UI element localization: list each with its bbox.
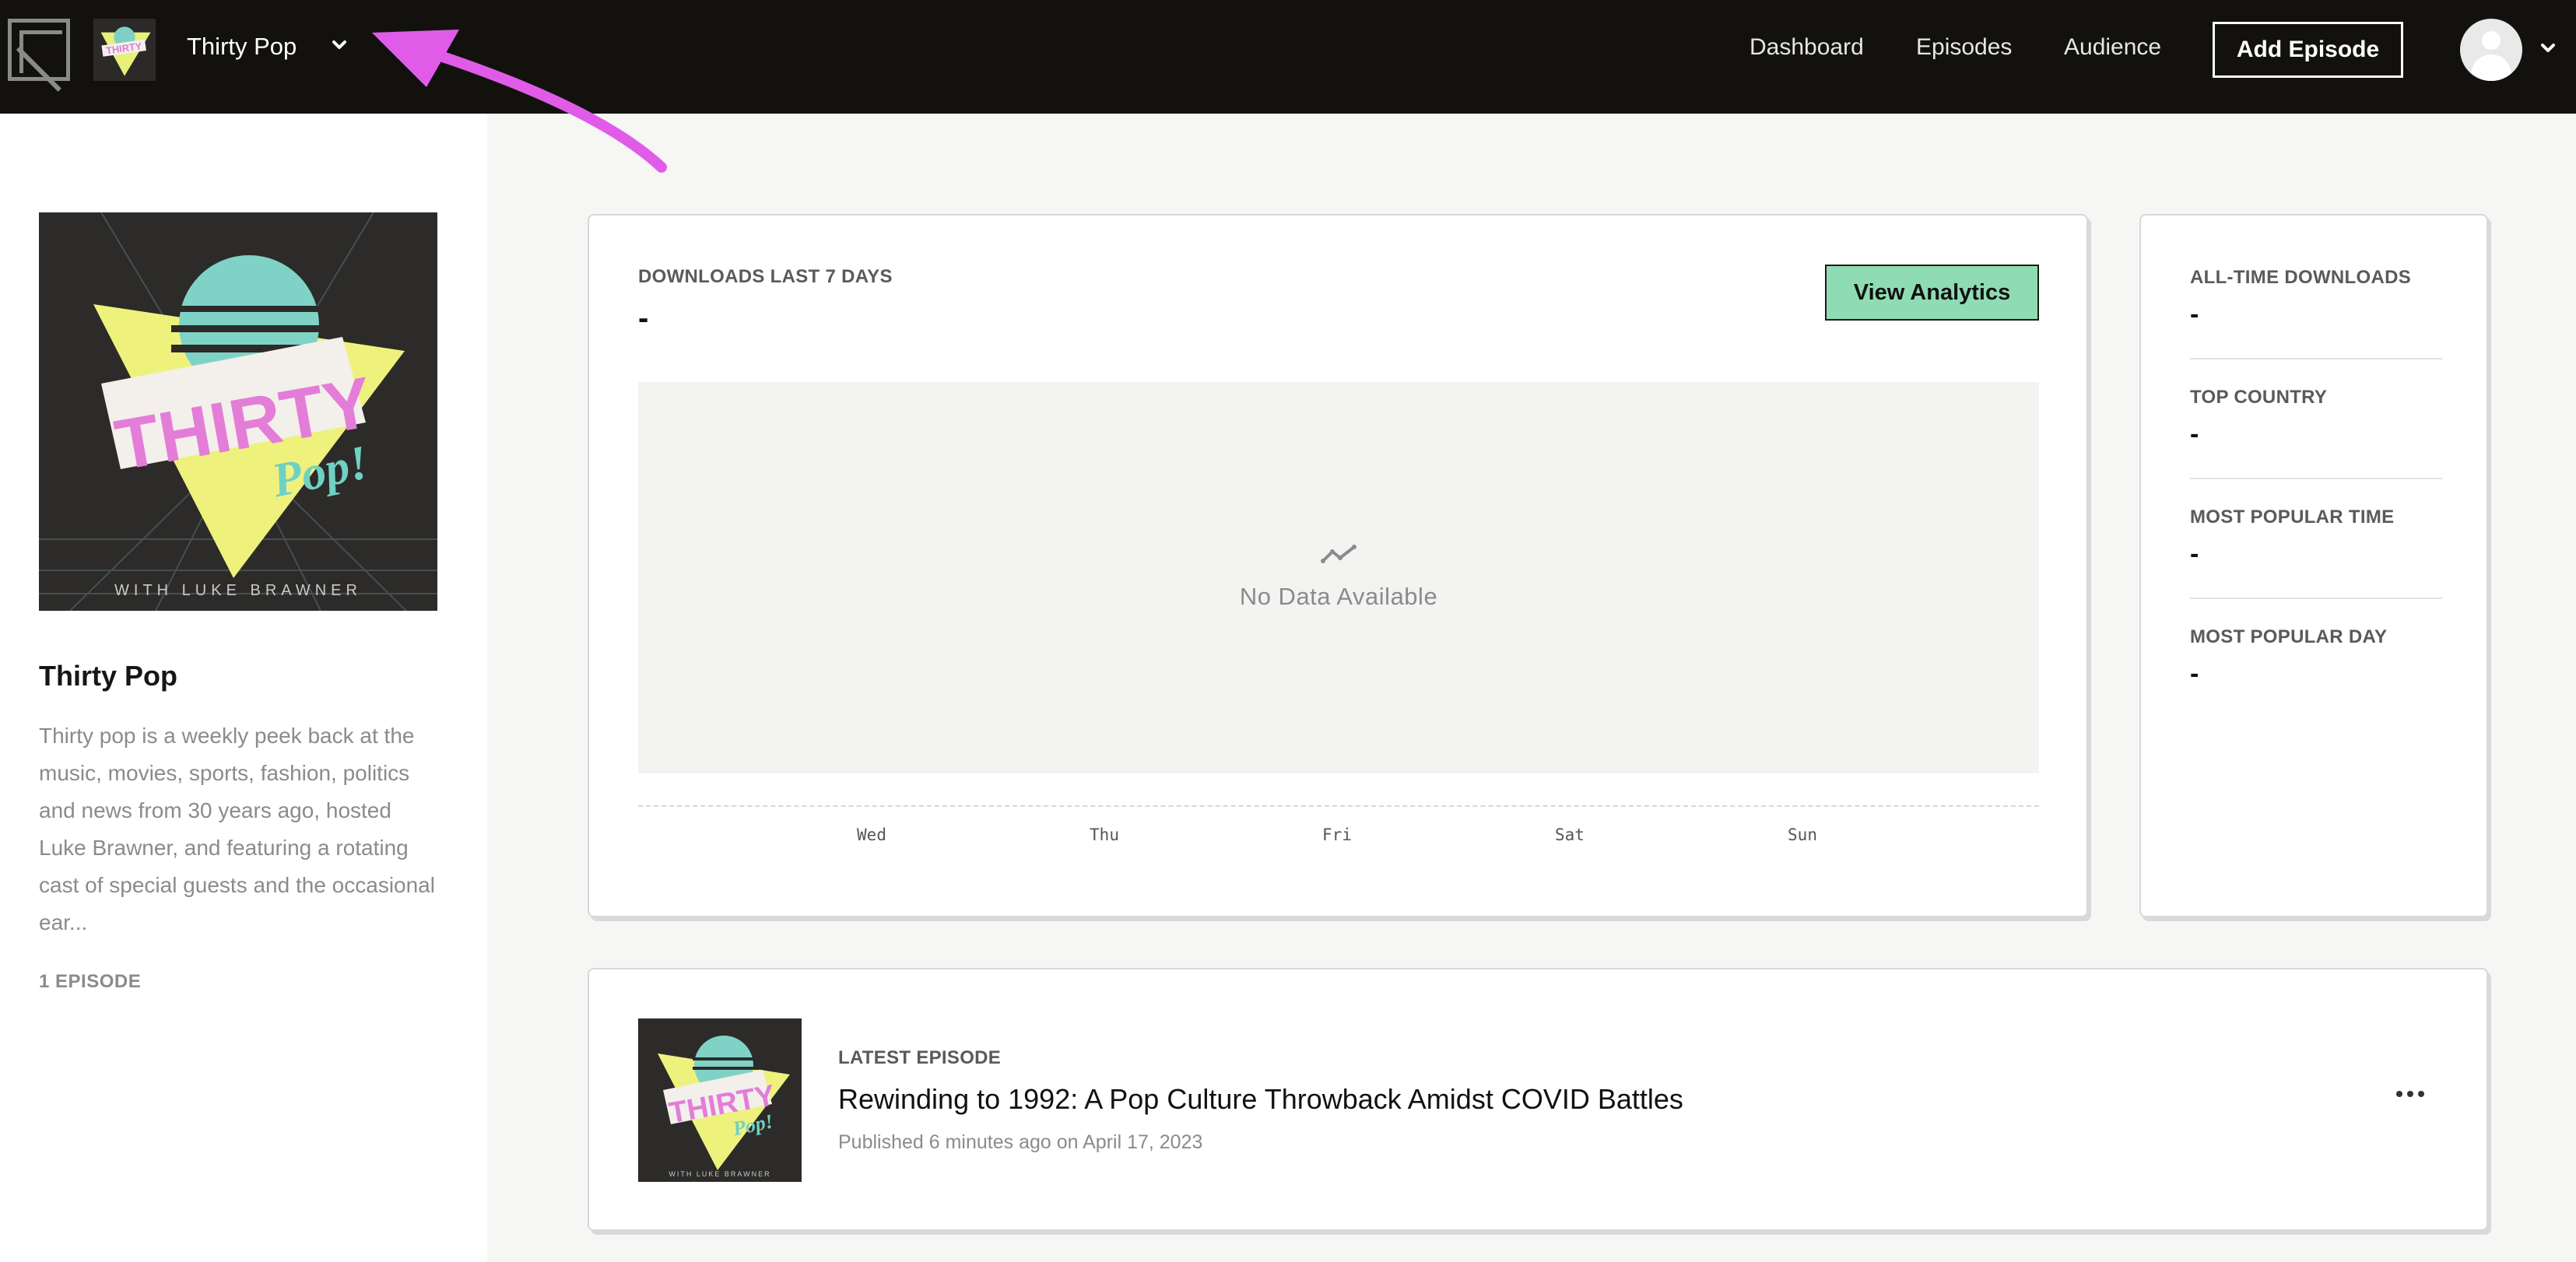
stat-label: TOP COUNTRY <box>2190 387 2328 408</box>
stat-divider <box>2190 598 2442 599</box>
stat-divider <box>2190 358 2442 359</box>
user-avatar-icon[interactable] <box>2460 19 2522 81</box>
downloads-value: - <box>638 301 649 335</box>
stat-label: MOST POPULAR DAY <box>2190 626 2388 647</box>
view-analytics-button[interactable]: View Analytics <box>1825 265 2039 321</box>
stat-label: ALL-TIME DOWNLOADS <box>2190 267 2412 288</box>
downloads-chart-area: No Data Available <box>638 382 2039 773</box>
latest-episode-card[interactable]: THIRTY Pop! WITH LUKE BRAWNER LATEST EPI… <box>588 968 2488 1231</box>
stat-value: - <box>2190 300 2199 329</box>
day-label: Sat <box>1555 826 1585 844</box>
downloads-label: DOWNLOADS LAST 7 DAYS <box>638 266 893 287</box>
episode-count: 1 EPISODE <box>39 971 142 992</box>
more-horizontal-icon[interactable] <box>2387 1078 2434 1110</box>
show-description: Thirty pop is a weekly peek back at the … <box>39 724 435 934</box>
brand-logo-icon[interactable] <box>8 19 70 81</box>
stat-divider <box>2190 478 2442 479</box>
show-cover-art: THIRTY Pop! WITH LUKE BRAWNER <box>39 212 437 611</box>
nav-dashboard-link[interactable]: Dashboard <box>1750 34 1864 61</box>
stat-most-popular-time: MOST POPULAR TIME - <box>2190 507 2442 570</box>
nav-audience-link[interactable]: Audience <box>2064 34 2161 61</box>
chart-baseline <box>638 805 2039 807</box>
latest-episode-published: Published 6 minutes ago on April 17, 202… <box>838 1131 1203 1153</box>
show-title: Thirty Pop <box>39 660 177 692</box>
no-data-message: No Data Available <box>1239 583 1438 610</box>
stat-value: - <box>2190 419 2199 449</box>
stat-all-time-downloads: ALL-TIME DOWNLOADS - <box>2190 267 2442 330</box>
chevron-down-icon[interactable] <box>325 31 353 59</box>
show-artwork-thumbnail[interactable]: THIRTY <box>93 19 156 81</box>
show-sidebar: THIRTY Pop! WITH LUKE BRAWNER Thirty Pop… <box>0 114 487 1262</box>
stat-value: - <box>2190 659 2199 689</box>
stat-value: - <box>2190 539 2199 569</box>
stats-card: ALL-TIME DOWNLOADS - TOP COUNTRY - MOST … <box>2139 214 2488 917</box>
account-menu-chevron-icon[interactable] <box>2534 34 2562 68</box>
svg-text:WITH LUKE BRAWNER: WITH LUKE BRAWNER <box>669 1170 770 1178</box>
show-name[interactable]: Thirty Pop <box>187 33 297 61</box>
day-label: Sun <box>1788 826 1817 844</box>
stat-most-popular-day: MOST POPULAR DAY - <box>2190 626 2442 689</box>
downloads-card: DOWNLOADS LAST 7 DAYS - View Analytics N… <box>588 214 2088 917</box>
day-label: Wed <box>857 826 886 844</box>
stat-label: MOST POPULAR TIME <box>2190 507 2395 528</box>
latest-episode-label: LATEST EPISODE <box>838 1047 1002 1068</box>
episode-artwork-thumbnail[interactable]: THIRTY Pop! WITH LUKE BRAWNER <box>638 1018 802 1182</box>
latest-episode-title[interactable]: Rewinding to 1992: A Pop Culture Throwba… <box>838 1083 1683 1116</box>
trend-line-icon <box>1321 545 1356 563</box>
stat-top-country: TOP COUNTRY - <box>2190 387 2442 450</box>
cover-byline-text: WITH LUKE BRAWNER <box>114 582 362 599</box>
day-label: Thu <box>1090 826 1119 844</box>
add-episode-button[interactable]: Add Episode <box>2213 22 2403 78</box>
day-label: Fri <box>1322 826 1352 844</box>
nav-episodes-link[interactable]: Episodes <box>1916 34 2012 61</box>
